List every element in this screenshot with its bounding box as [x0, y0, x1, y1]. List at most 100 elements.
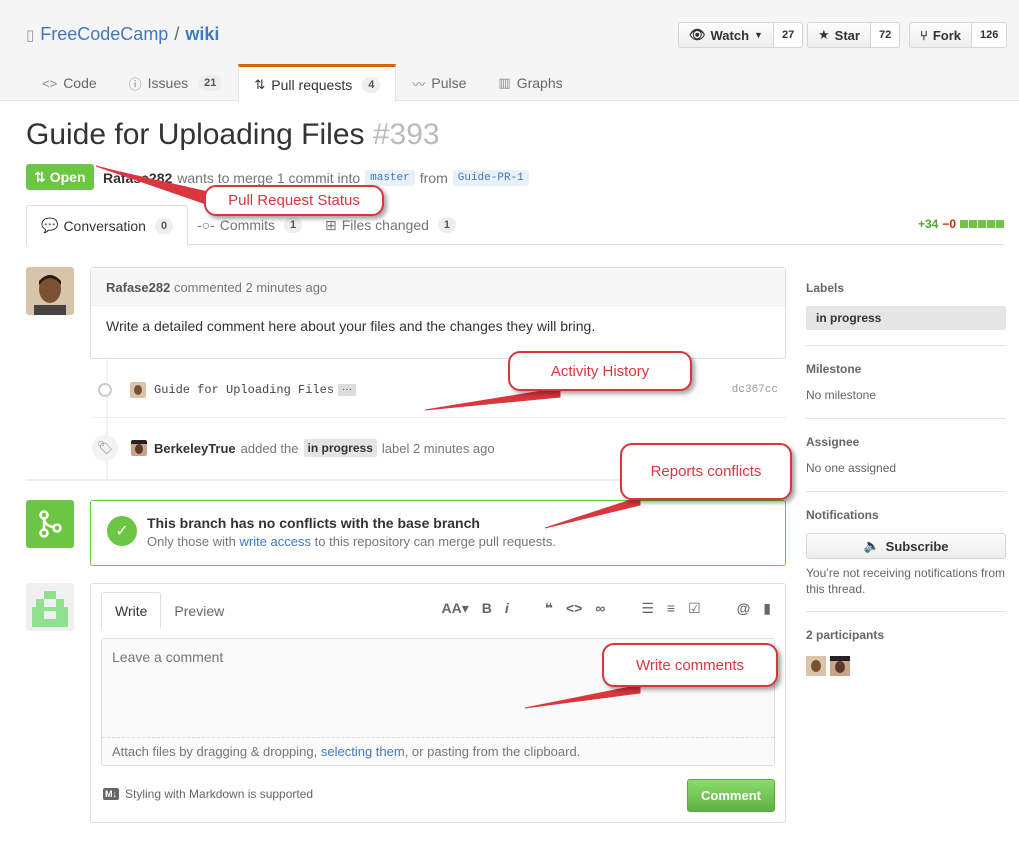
nav-issues-label: Issues: [147, 75, 189, 91]
code-icon[interactable]: <>: [566, 600, 582, 617]
merge-status-title: This branch has no conflicts with the ba…: [147, 515, 480, 531]
watch-count[interactable]: 27: [773, 22, 804, 48]
write-access-link[interactable]: write access: [240, 534, 312, 549]
issues-counter: 21: [198, 75, 223, 91]
numbered-list-icon[interactable]: ≡: [667, 600, 675, 617]
star-count[interactable]: 72: [870, 22, 901, 48]
nav-graphs[interactable]: ▥ Graphs: [482, 64, 578, 101]
speaker-icon: 🔈: [863, 538, 880, 553]
sidebar-labels-heading[interactable]: Labels: [806, 281, 1006, 295]
nav-pulls-label: Pull requests: [271, 76, 353, 93]
label-event-prefix: added the: [240, 440, 299, 456]
comment-timestamp: commented 2 minutes ago: [173, 280, 328, 295]
viewer-avatar[interactable]: [26, 583, 74, 631]
nav-issues[interactable]: ⓘ Issues 21: [113, 64, 239, 101]
sidebar-divider: [806, 345, 1006, 346]
merge-status-subtitle: Only those with write access to this rep…: [147, 534, 556, 549]
repo-nav: <> Code ⓘ Issues 21 ⇅ Pull requests 4 〰 …: [26, 64, 579, 102]
composer-tabs: Write Preview: [101, 592, 237, 629]
tab-write[interactable]: Write: [101, 592, 162, 629]
head-branch[interactable]: Guide-PR-1: [452, 170, 529, 186]
subscribe-label: Subscribe: [885, 538, 949, 554]
nav-code[interactable]: <> Code: [26, 64, 113, 101]
comment-author[interactable]: Rafase282: [106, 280, 170, 295]
tab-commits-label: Commits: [219, 217, 276, 233]
label-chip[interactable]: in progress: [303, 439, 377, 457]
nav-pulse[interactable]: 〰 Pulse: [396, 64, 482, 101]
eye-icon: 👁: [689, 27, 706, 42]
subscribe-button[interactable]: 🔈 Subscribe: [806, 533, 1006, 559]
watch-label: Watch: [710, 27, 750, 43]
watch-button[interactable]: 👁 Watch ▼: [678, 22, 774, 48]
label-actor-avatar[interactable]: [131, 440, 147, 456]
commit-expand-button[interactable]: ···: [338, 384, 357, 396]
bold-icon[interactable]: B: [482, 600, 492, 617]
sidebar-notifications-heading: Notifications: [806, 508, 879, 522]
files-counter: 1: [437, 217, 457, 233]
pr-comment: Rafase282 commented 2 minutes ago Write …: [90, 267, 786, 359]
select-files-link[interactable]: selecting them: [321, 744, 405, 759]
graph-icon: ▥: [498, 75, 511, 90]
label-event-suffix: label 2 minutes ago: [381, 440, 495, 456]
participant-avatar[interactable]: [806, 656, 826, 679]
sidebar-milestone-heading[interactable]: Milestone: [806, 362, 1006, 376]
fork-button[interactable]: ⑂ Fork: [909, 22, 972, 48]
fork-group: ⑂ Fork 126: [909, 22, 1008, 48]
tab-conversation-label: Conversation: [63, 217, 146, 234]
pulse-icon: 〰: [412, 76, 426, 92]
link-icon[interactable]: ∞: [595, 600, 605, 617]
label-actor[interactable]: BerkeleyTrue: [154, 441, 236, 456]
commit-sha[interactable]: dc367cc: [732, 384, 778, 396]
attach-files-bar[interactable]: Attach files by dragging & dropping, sel…: [102, 737, 774, 765]
repo-owner-link[interactable]: FreeCodeCamp: [40, 24, 168, 45]
sidebar-divider: [806, 491, 1006, 492]
pr-from-text: from: [419, 170, 448, 186]
star-button[interactable]: ★ Star: [807, 22, 871, 48]
quote-icon[interactable]: ❝: [545, 600, 553, 617]
markdown-note-text[interactable]: Styling with Markdown is supported: [125, 787, 313, 801]
italic-icon[interactable]: i: [505, 600, 509, 617]
annotation-pr-status: Pull Request Status: [204, 185, 384, 216]
pr-author[interactable]: Rafase282: [103, 170, 172, 186]
author-avatar[interactable]: [26, 267, 74, 315]
tab-preview[interactable]: Preview: [161, 592, 237, 629]
fork-count[interactable]: 126: [971, 22, 1008, 48]
base-branch[interactable]: master: [365, 170, 415, 186]
repo-name-link[interactable]: wiki: [185, 24, 219, 45]
bookmark-icon[interactable]: ▮: [763, 600, 771, 617]
repo-title: ▯ FreeCodeCamp / wiki: [26, 24, 219, 45]
text-size-icon[interactable]: AA▾: [442, 600, 469, 617]
code-icon: <>: [42, 75, 58, 91]
label-event: 🏷 BerkeleyTrue added the in progress lab…: [92, 435, 495, 461]
tab-conversation[interactable]: 💬 Conversation 0: [26, 205, 189, 246]
pr-number: #393: [372, 118, 440, 151]
comment-submit-button[interactable]: Comment: [687, 779, 775, 812]
pr-state-label: Open: [49, 169, 86, 185]
commit-message[interactable]: Guide for Uploading Files: [154, 383, 334, 397]
nav-graphs-label: Graphs: [516, 75, 563, 91]
bullet-list-icon[interactable]: ☰: [641, 600, 654, 617]
sidebar-participants-heading: 2 participants: [806, 628, 885, 642]
task-list-icon[interactable]: ☑: [688, 600, 701, 617]
markdown-note: M↓ Styling with Markdown is supported: [103, 787, 313, 801]
tab-files-label: Files changed: [341, 217, 429, 233]
diff-icon: ⊞: [325, 216, 337, 233]
mention-icon[interactable]: @: [737, 600, 751, 617]
markdown-icon: M↓: [103, 788, 119, 800]
commit-icon: -○-: [197, 217, 215, 233]
nav-pull-requests[interactable]: ⇅ Pull requests 4: [238, 64, 397, 102]
comment-header: Rafase282 commented 2 minutes ago: [91, 268, 785, 306]
commits-counter: 1: [284, 217, 303, 233]
merge-sub-prefix: Only those with: [147, 534, 236, 549]
participants-avatars: [806, 656, 850, 679]
attach-suffix: , or pasting from the clipboard.: [404, 744, 581, 759]
sidebar-assignee-heading[interactable]: Assignee: [806, 435, 1006, 449]
commit-author-avatar[interactable]: [130, 382, 146, 398]
fork-label: Fork: [932, 27, 961, 43]
pull-request-icon: ⇅: [254, 76, 266, 92]
pr-title-text: Guide for Uploading Files: [26, 118, 365, 151]
check-icon: ✓: [107, 516, 137, 546]
star-label: Star: [834, 27, 860, 43]
participant-avatar[interactable]: [830, 656, 850, 679]
sidebar-label-chip[interactable]: in progress: [806, 306, 1006, 330]
